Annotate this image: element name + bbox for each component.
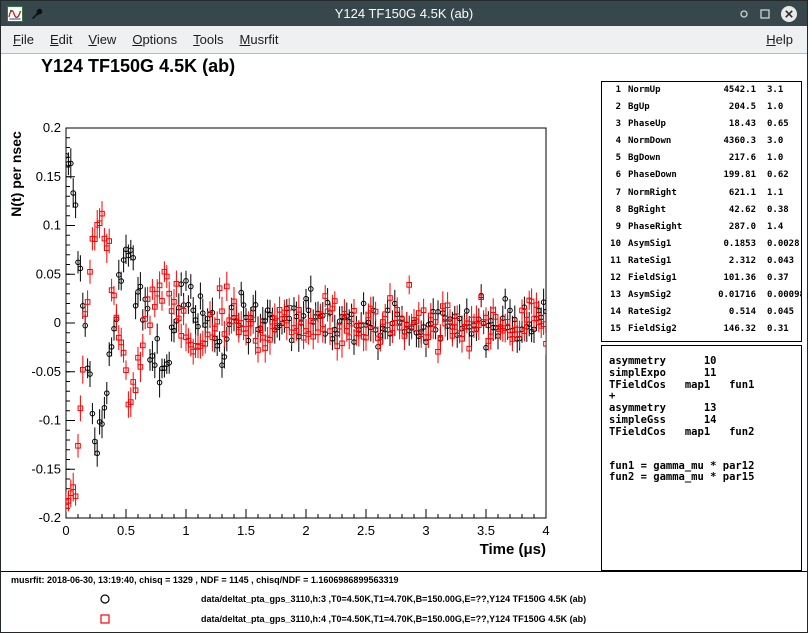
theory-box: asymmetry 10simplExpo 11TFieldCos map1 f… — [601, 345, 802, 571]
parameter-row: 6PhaseDown199.810.62 — [608, 170, 801, 187]
pin-icon[interactable] — [30, 7, 44, 21]
svg-text:0.2: 0.2 — [43, 120, 61, 135]
maximize-button[interactable] — [759, 8, 771, 20]
theory-line: TFieldCos map1 fun1 — [609, 380, 801, 392]
series-h3-points — [64, 144, 549, 467]
x-axis-title: Time (μs) — [480, 541, 546, 558]
series-h4-points — [64, 201, 549, 512]
svg-text:0.5: 0.5 — [117, 523, 135, 538]
y-axis-title: N(t) per nsec — [8, 131, 24, 217]
menu-file[interactable]: File — [5, 27, 42, 52]
titlebar[interactable]: Y124 TF150G 4.5K (ab) — [1, 1, 807, 26]
svg-text:1.5: 1.5 — [237, 523, 255, 538]
svg-text:3: 3 — [422, 523, 429, 538]
parameter-row: 7NormRight621.11.1 — [608, 188, 801, 205]
menubar: FileEditViewOptionsToolsMusrfit Help — [1, 26, 807, 54]
menu-items: FileEditViewOptionsToolsMusrfit — [1, 27, 287, 52]
menu-help: Help — [758, 27, 807, 52]
svg-text:-0.15: -0.15 — [31, 461, 61, 476]
menu-musrfit[interactable]: Musrfit — [232, 27, 287, 52]
theory-block: asymmetry 10simplExpo 11TFieldCos map1 f… — [609, 356, 801, 439]
theory-line: simpleGss 14 — [609, 415, 801, 427]
menu-edit[interactable]: Edit — [42, 27, 80, 52]
svg-text:0.1: 0.1 — [43, 218, 61, 233]
legend-entry: data/deltat_pta_gps_3110,h:3 ,T0=4.50K,T… — [1, 591, 807, 609]
functions-block: fun1 = gamma_mu * par12fun2 = gamma_mu *… — [609, 461, 801, 485]
menu-view[interactable]: View — [80, 27, 124, 52]
parameter-row: 11RateSig12.3120.043 — [608, 256, 801, 273]
square-marker-icon — [98, 612, 112, 626]
parameter-row: 1NormUp4542.13.1 — [608, 85, 801, 102]
parameter-row: 14RateSig20.5140.045 — [608, 307, 801, 324]
footer-divider — [1, 571, 807, 572]
svg-text:-0.05: -0.05 — [31, 364, 61, 379]
svg-text:2: 2 — [302, 523, 309, 538]
parameter-table: 1NormUp4542.13.12BgUp204.51.03PhaseUp18.… — [601, 81, 802, 342]
parameter-row: 4NormDown4360.33.0 — [608, 136, 801, 153]
app-icon[interactable] — [7, 6, 23, 22]
legend-text: data/deltat_pta_gps_3110,h:4 ,T0=4.50K,T… — [201, 614, 586, 624]
svg-text:-0.2: -0.2 — [39, 510, 61, 525]
svg-text:2.5: 2.5 — [357, 523, 375, 538]
svg-text:0.05: 0.05 — [36, 266, 61, 281]
minimize-button[interactable] — [738, 8, 750, 20]
legend-entry: data/deltat_pta_gps_3110,h:4 ,T0=4.50K,T… — [1, 611, 807, 629]
svg-text:4: 4 — [542, 523, 549, 538]
theory-line: fun2 = gamma_mu * par15 — [609, 472, 801, 484]
menu-help[interactable]: Help — [758, 27, 801, 52]
plot-svg[interactable]: 0 0.5 1 1.5 2 2.5 3 3.5 4 -0.2 -0.15 -0.1 -0.05 0 0.05… — [1, 54, 601, 574]
svg-text:0: 0 — [62, 523, 69, 538]
parameter-row: 15FieldSig2146.320.31 — [608, 324, 801, 341]
plot-legend: data/deltat_pta_gps_3110,h:3 ,T0=4.50K,T… — [1, 584, 807, 632]
svg-text:3.5: 3.5 — [477, 523, 495, 538]
menu-tools[interactable]: Tools — [185, 27, 231, 52]
parameter-row: 13AsymSig20.017160.00098 — [608, 290, 801, 307]
svg-text:-0.1: -0.1 — [39, 413, 61, 428]
parameter-row: 12FieldSig1101.360.37 — [608, 273, 801, 290]
parameter-row: 3PhaseUp18.430.65 — [608, 119, 801, 136]
root-canvas[interactable]: Y124 TF150G 4.5K (ab) 00.511.522.533.54-… — [1, 54, 807, 632]
menu-options[interactable]: Options — [124, 27, 185, 52]
parameter-row: 5BgDown217.61.0 — [608, 153, 801, 170]
theory-line: simplExpo 11 — [609, 368, 801, 380]
svg-text:0.15: 0.15 — [36, 169, 61, 184]
circle-marker-icon — [98, 592, 112, 606]
parameter-row: 8BgRight42.620.38 — [608, 205, 801, 222]
close-button[interactable] — [780, 5, 798, 23]
legend-text: data/deltat_pta_gps_3110,h:3 ,T0=4.50K,T… — [201, 594, 586, 604]
parameter-row: 10AsymSig10.18530.0028 — [608, 239, 801, 256]
parameter-row: 2BgUp204.51.0 — [608, 102, 801, 119]
app-window: Y124 TF150G 4.5K (ab) FileEditViewOption… — [0, 0, 808, 633]
svg-text:0: 0 — [54, 315, 61, 330]
window-title: Y124 TF150G 4.5K (ab) — [1, 1, 807, 26]
parameter-row: 9PhaseRight287.01.4 — [608, 222, 801, 239]
svg-text:1: 1 — [182, 523, 189, 538]
theory-line: TFieldCos map1 fun2 — [609, 427, 801, 439]
